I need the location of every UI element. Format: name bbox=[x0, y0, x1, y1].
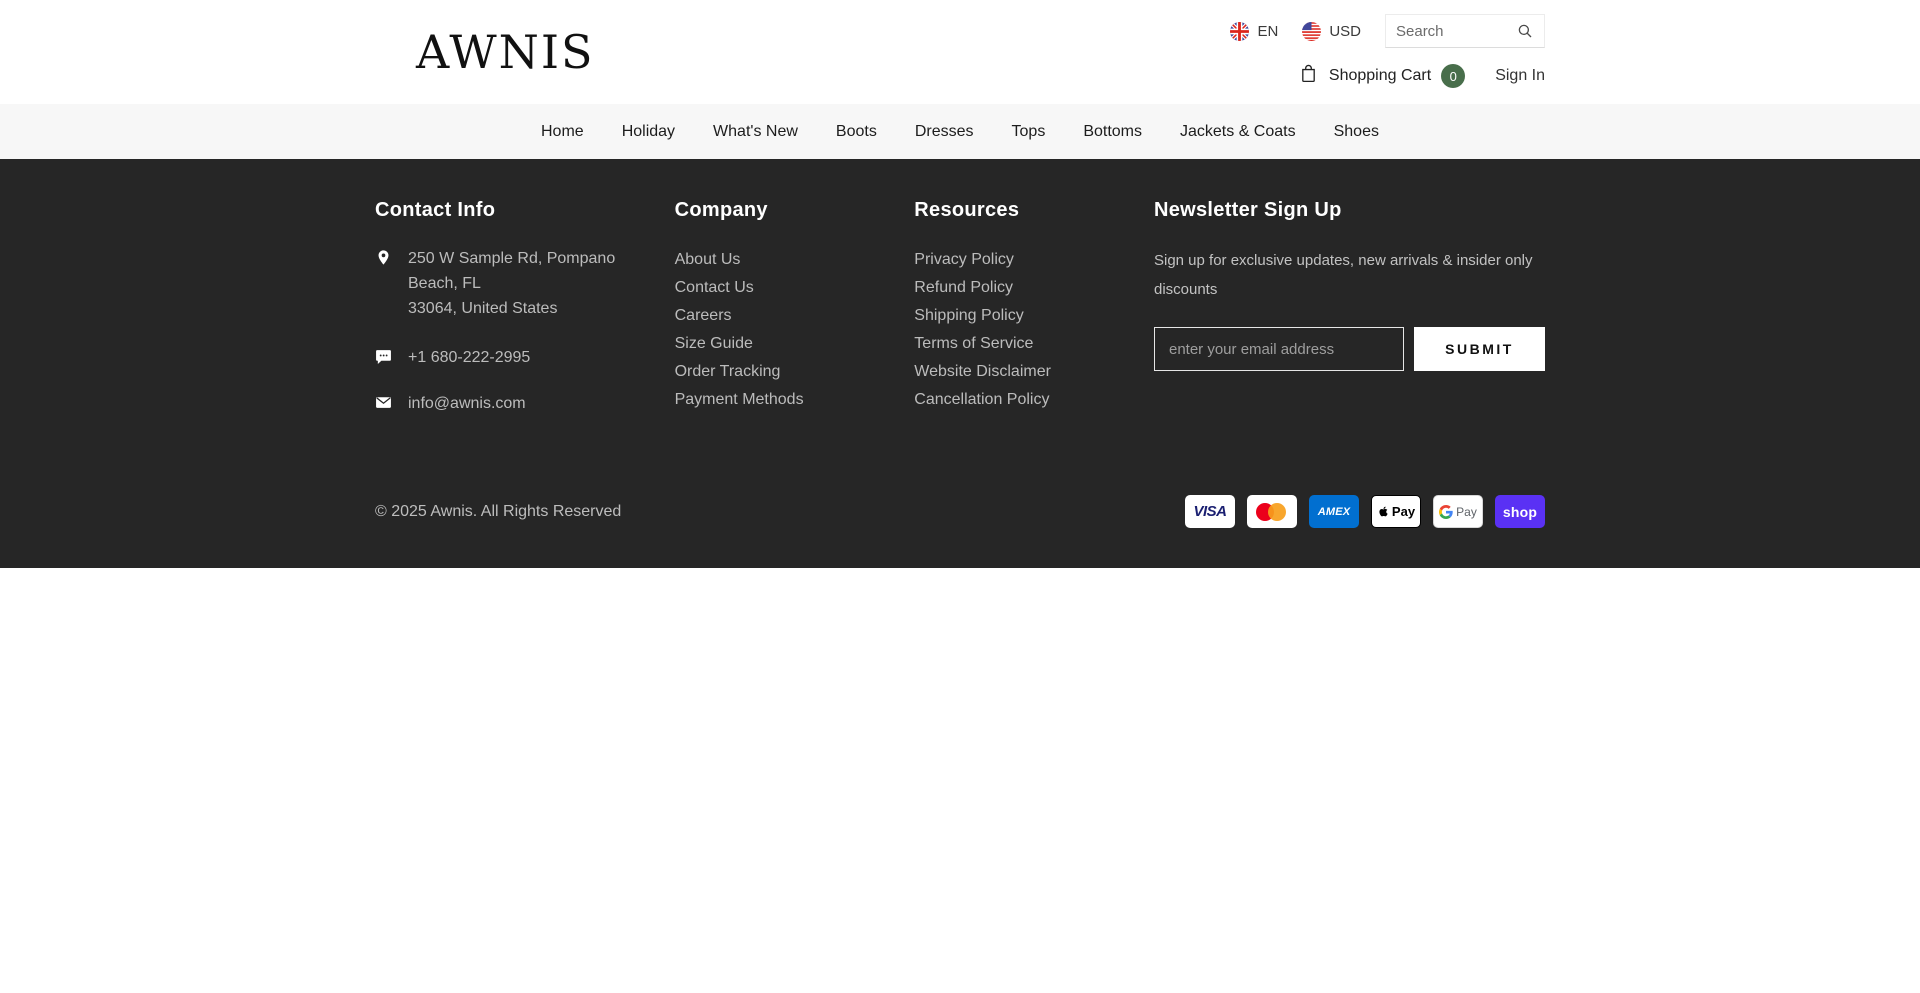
link-order-tracking[interactable]: Order Tracking bbox=[675, 358, 915, 386]
newsletter-submit-button[interactable]: SUBMIT bbox=[1414, 327, 1545, 371]
site-footer: Contact Info 250 W Sample Rd, Pompano Be… bbox=[0, 159, 1920, 568]
link-contact-us[interactable]: Contact Us bbox=[675, 274, 915, 302]
shopping-cart-label: Shopping Cart bbox=[1329, 67, 1431, 85]
link-refund-policy[interactable]: Refund Policy bbox=[914, 274, 1154, 302]
link-cancellation-policy[interactable]: Cancellation Policy bbox=[914, 386, 1154, 414]
cart-count-badge: 0 bbox=[1441, 64, 1465, 88]
footer-resources-column: Resources Privacy Policy Refund Policy S… bbox=[914, 199, 1154, 437]
newsletter-email-input[interactable] bbox=[1154, 327, 1404, 371]
newsletter-description: Sign up for exclusive updates, new arriv… bbox=[1154, 246, 1545, 304]
newsletter-title: Newsletter Sign Up bbox=[1154, 199, 1545, 222]
footer-bottom-bar: © 2025 Awnis. All Rights Reserved VISA A… bbox=[375, 495, 1545, 528]
footer-company-column: Company About Us Contact Us Careers Size… bbox=[675, 199, 915, 437]
header-right: EN bbox=[1230, 14, 1545, 91]
link-payment-methods[interactable]: Payment Methods bbox=[675, 386, 915, 414]
link-about-us[interactable]: About Us bbox=[675, 246, 915, 274]
shopping-bag-icon bbox=[1298, 63, 1319, 89]
payment-methods: VISA AMEX Pay bbox=[1185, 495, 1545, 528]
link-privacy-policy[interactable]: Privacy Policy bbox=[914, 246, 1154, 274]
link-size-guide[interactable]: Size Guide bbox=[675, 330, 915, 358]
nav-item-holiday[interactable]: Holiday bbox=[618, 117, 679, 147]
nav-item-whats-new[interactable]: What's New bbox=[709, 117, 802, 147]
resources-title: Resources bbox=[914, 199, 1154, 222]
envelope-icon bbox=[375, 391, 393, 419]
chat-icon bbox=[375, 345, 393, 373]
search-icon[interactable] bbox=[1516, 22, 1534, 40]
nav-item-tops[interactable]: Tops bbox=[1008, 117, 1050, 147]
nav-item-boots[interactable]: Boots bbox=[832, 117, 881, 147]
currency-label: USD bbox=[1329, 23, 1361, 40]
footer-contact-column: Contact Info 250 W Sample Rd, Pompano Be… bbox=[375, 199, 675, 437]
search-input[interactable] bbox=[1396, 23, 1516, 40]
location-pin-icon bbox=[375, 246, 393, 321]
footer-newsletter-column: Newsletter Sign Up Sign up for exclusive… bbox=[1154, 199, 1545, 437]
contact-phone-row[interactable]: +1 680-222-2995 bbox=[375, 345, 675, 373]
nav-item-home[interactable]: Home bbox=[537, 117, 588, 147]
main-navigation: Home Holiday What's New Boots Dresses To… bbox=[0, 104, 1920, 159]
mastercard-icon bbox=[1247, 495, 1297, 528]
google-pay-icon: Pay bbox=[1433, 495, 1483, 528]
company-title: Company bbox=[675, 199, 915, 222]
nav-item-dresses[interactable]: Dresses bbox=[911, 117, 978, 147]
link-website-disclaimer[interactable]: Website Disclaimer bbox=[914, 358, 1154, 386]
contact-address-row: 250 W Sample Rd, Pompano Beach, FL 33064… bbox=[375, 246, 675, 321]
contact-phone: +1 680-222-2995 bbox=[408, 345, 530, 373]
contact-info-title: Contact Info bbox=[375, 199, 675, 222]
apple-pay-icon: Pay bbox=[1371, 495, 1421, 528]
contact-email: info@awnis.com bbox=[408, 391, 526, 419]
link-careers[interactable]: Careers bbox=[675, 302, 915, 330]
amex-icon: AMEX bbox=[1309, 495, 1359, 528]
visa-icon: VISA bbox=[1185, 495, 1235, 528]
currency-selector[interactable]: USD bbox=[1302, 22, 1361, 41]
newsletter-form: SUBMIT bbox=[1154, 327, 1545, 371]
link-shipping-policy[interactable]: Shipping Policy bbox=[914, 302, 1154, 330]
site-header: AWNIS EN bbox=[0, 0, 1920, 104]
contact-email-row[interactable]: info@awnis.com bbox=[375, 391, 675, 419]
uk-flag-icon bbox=[1230, 22, 1249, 41]
site-logo[interactable]: AWNIS bbox=[416, 25, 595, 79]
language-selector[interactable]: EN bbox=[1230, 22, 1278, 41]
nav-item-bottoms[interactable]: Bottoms bbox=[1079, 117, 1146, 147]
nav-item-jackets-coats[interactable]: Jackets & Coats bbox=[1176, 117, 1300, 147]
nav-item-shoes[interactable]: Shoes bbox=[1330, 117, 1383, 147]
sign-in-link[interactable]: Sign In bbox=[1495, 67, 1545, 85]
shopping-cart-button[interactable]: Shopping Cart 0 bbox=[1298, 63, 1465, 89]
shop-pay-icon: shop bbox=[1495, 495, 1545, 528]
link-terms-of-service[interactable]: Terms of Service bbox=[914, 330, 1154, 358]
search-box bbox=[1385, 14, 1545, 48]
us-flag-icon bbox=[1302, 22, 1321, 41]
copyright-text: © 2025 Awnis. All Rights Reserved bbox=[375, 503, 621, 521]
language-label: EN bbox=[1257, 23, 1278, 40]
contact-address: 250 W Sample Rd, Pompano Beach, FL 33064… bbox=[408, 246, 643, 321]
